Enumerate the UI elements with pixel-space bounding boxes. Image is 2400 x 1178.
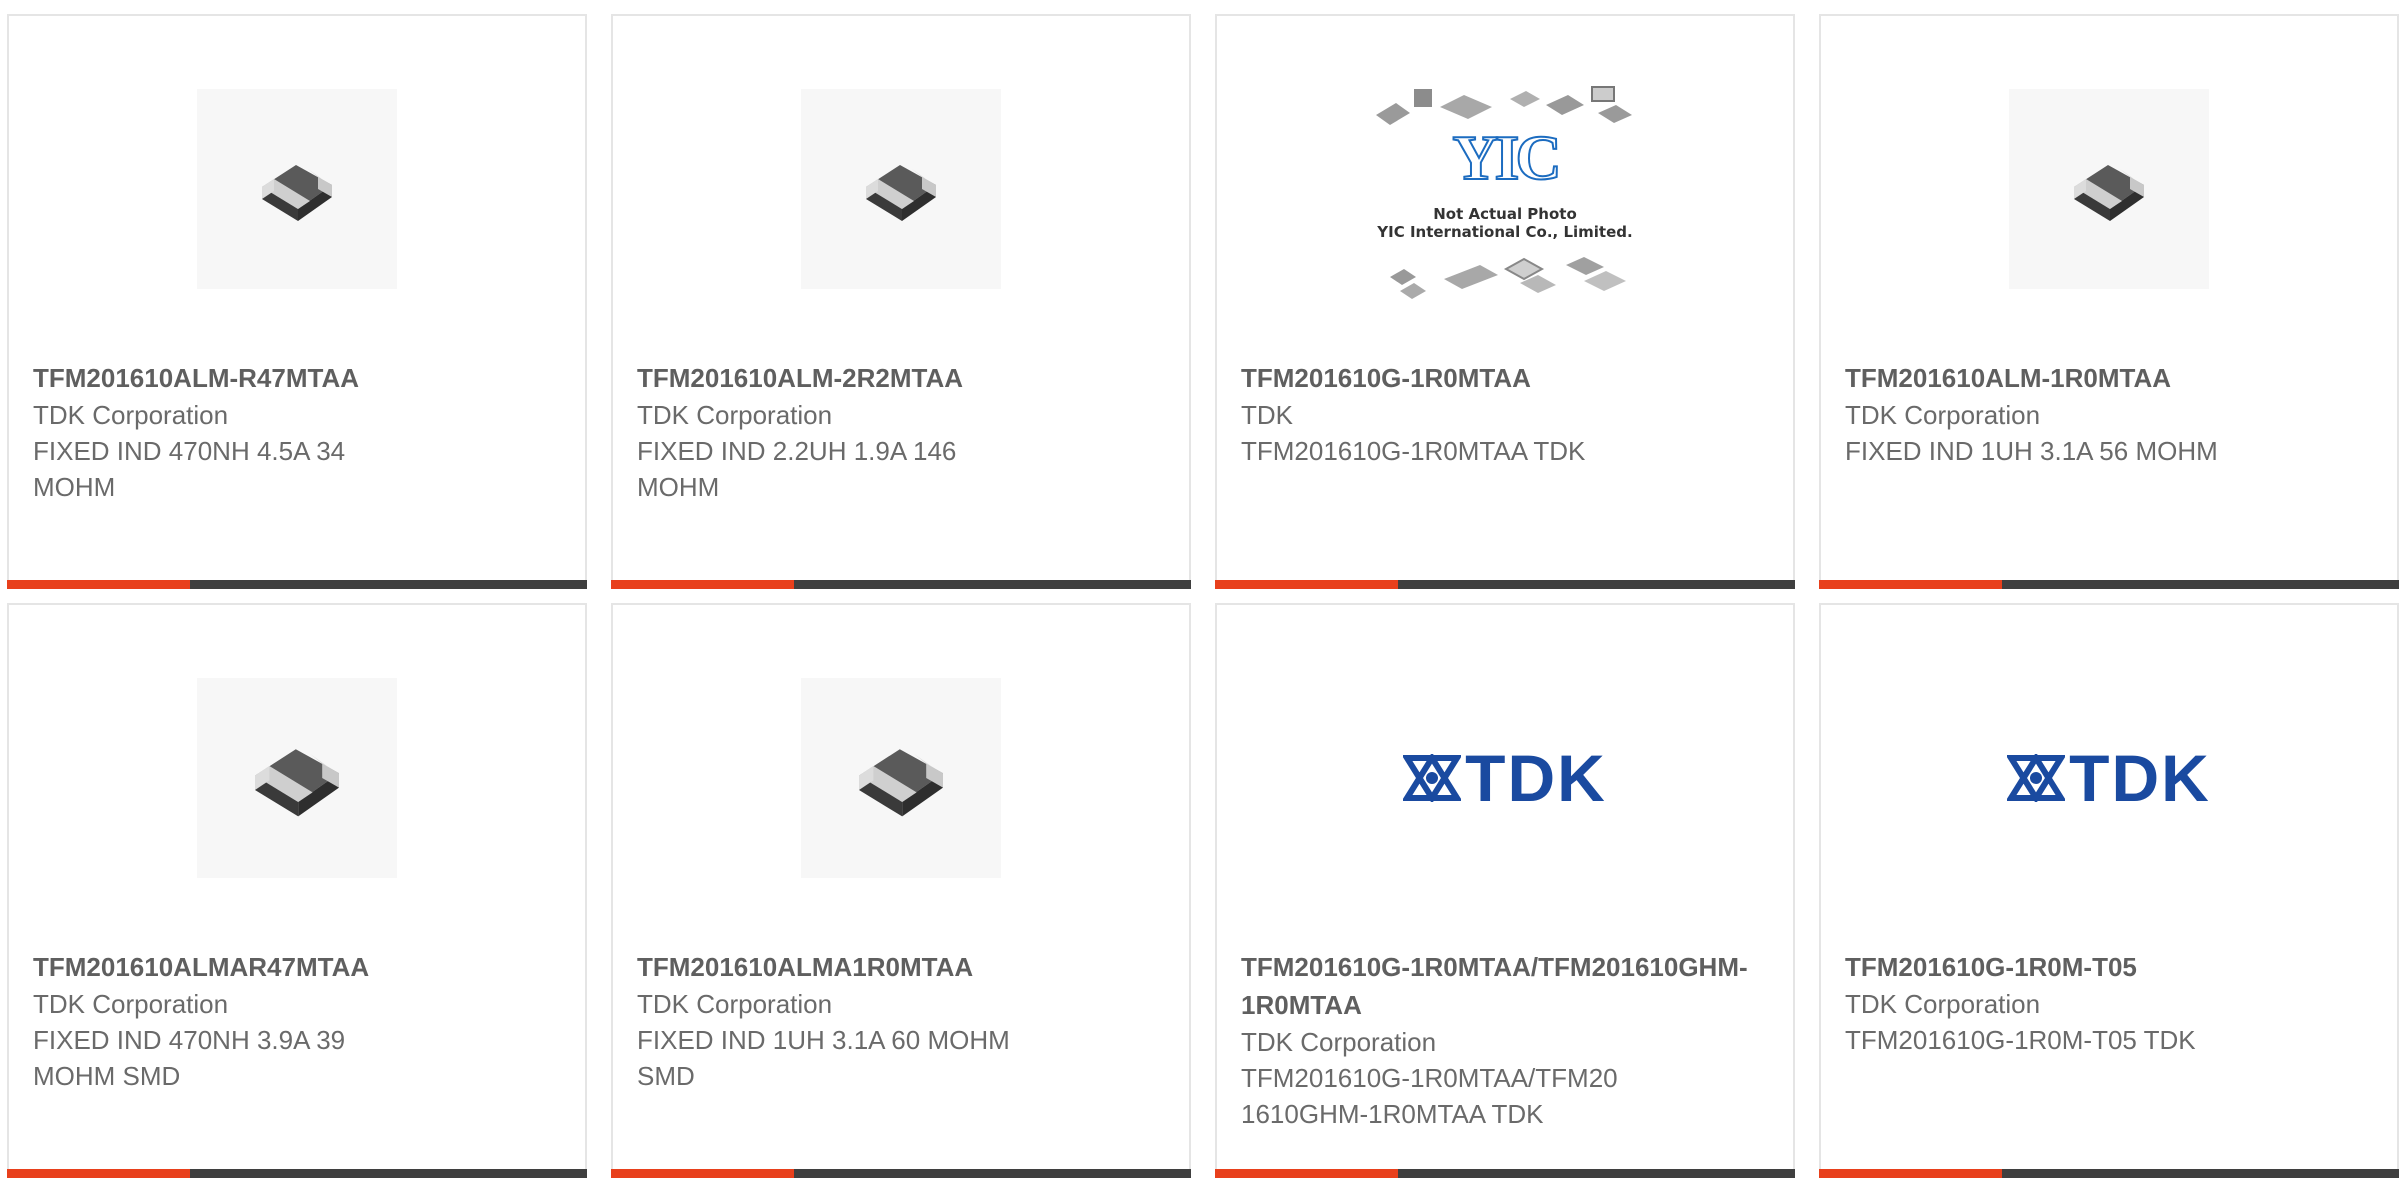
caption-line: Not Actual Photo <box>1433 204 1577 223</box>
part-number[interactable]: TFM201610G-1R0MTAA/TFM201610GHM-1R0MTAA <box>1241 948 1769 1024</box>
product-card[interactable]: TFM201610ALM-1R0MTAA TDK Corporation FIX… <box>1819 14 2399 589</box>
card-bottom-bar <box>1215 580 1795 589</box>
product-image[interactable] <box>613 16 1189 361</box>
description: FIXED IND 1UH 3.1A 56 MOHM <box>1845 436 2218 466</box>
card-accent-bar <box>1819 1169 2002 1178</box>
card-accent-bar <box>1215 580 1398 589</box>
card-accent-bar <box>611 580 794 589</box>
placeholder-caption: Not Actual Photo YIC International Co., … <box>1370 205 1640 241</box>
product-card[interactable]: TFM201610ALM-R47MTAA TDK Corporation FIX… <box>7 14 587 589</box>
description: FIXED IND 470NH 4.5A 34 MOHM <box>33 436 346 502</box>
card-accent-bar <box>7 580 190 589</box>
product-image[interactable]: YIC Not Actual Photo YIC International C… <box>1217 16 1793 361</box>
card-accent-bar <box>611 1169 794 1178</box>
part-number[interactable]: TFM201610G-1R0MTAA <box>1241 359 1769 397</box>
description: FIXED IND 1UH 3.1A 60 MOHM SMD <box>637 1025 1010 1091</box>
chip-inductor-image <box>2009 88 2209 289</box>
card-bottom-bar <box>611 1169 1191 1178</box>
tdk-logo: TDK <box>2007 740 2211 816</box>
description: FIXED IND 2.2UH 1.9A 146 MOHM <box>637 436 957 502</box>
product-grid: TFM201610ALM-R47MTAA TDK Corporation FIX… <box>0 0 2400 1178</box>
chip-inductor-image <box>197 677 397 878</box>
product-image[interactable]: TDK <box>1217 605 1793 950</box>
part-number[interactable]: TFM201610ALM-2R2MTAA <box>637 359 1165 397</box>
manufacturer: TDK Corporation <box>1845 400 2041 430</box>
not-actual-photo-image: YIC Not Actual Photo YIC International C… <box>1370 69 1640 309</box>
product-card[interactable]: TFM201610ALMAR47MTAA TDK Corporation FIX… <box>7 603 587 1178</box>
manufacturer: TDK Corporation <box>637 989 833 1019</box>
yic-logo: YIC <box>1451 121 1562 194</box>
description: TFM201610G-1R0M-T05 TDK <box>1845 1025 2196 1055</box>
chip-inductor-image <box>801 88 1001 289</box>
tdk-emblem-icon <box>2007 753 2066 802</box>
product-card[interactable]: TFM201610ALM-2R2MTAA TDK Corporation FIX… <box>611 14 1191 589</box>
tdk-logo-text: TDK <box>2069 740 2211 815</box>
product-card[interactable]: TDK TFM201610G-1R0M-T05 TDK Corporation … <box>1819 603 2399 1178</box>
chip-inductor-image <box>197 88 397 289</box>
product-image[interactable] <box>9 605 585 950</box>
description: TFM201610G-1R0MTAA TDK <box>1241 436 1586 466</box>
card-bottom-bar <box>7 580 587 589</box>
product-card[interactable]: TDK TFM201610G-1R0MTAA/TFM201610GHM-1R0M… <box>1215 603 1795 1178</box>
chip-inductor-image <box>801 677 1001 878</box>
card-bottom-bar <box>1215 1169 1795 1178</box>
card-bottom-bar <box>7 1169 587 1178</box>
product-image[interactable]: TDK <box>1821 605 2397 950</box>
part-number[interactable]: TFM201610ALMAR47MTAA <box>33 948 561 986</box>
manufacturer: TDK Corporation <box>33 989 229 1019</box>
card-accent-bar <box>1215 1169 1398 1178</box>
tdk-emblem-icon <box>1403 753 1462 802</box>
manufacturer: TDK Corporation <box>1845 989 2041 1019</box>
tdk-logo-text: TDK <box>1465 740 1607 815</box>
card-bottom-bar <box>1819 1169 2399 1178</box>
manufacturer: TDK <box>1241 400 1293 430</box>
card-accent-bar <box>7 1169 190 1178</box>
manufacturer: TDK Corporation <box>33 400 229 430</box>
manufacturer: TDK Corporation <box>1241 1027 1437 1057</box>
part-number[interactable]: TFM201610ALM-1R0MTAA <box>1845 359 2373 397</box>
caption-line: YIC International Co., Limited. <box>1377 222 1633 241</box>
card-accent-bar <box>1819 580 2002 589</box>
card-bottom-bar <box>611 580 1191 589</box>
product-card[interactable]: TFM201610ALMA1R0MTAA TDK Corporation FIX… <box>611 603 1191 1178</box>
product-image[interactable] <box>613 605 1189 950</box>
product-card[interactable]: YIC Not Actual Photo YIC International C… <box>1215 14 1795 589</box>
description: FIXED IND 470NH 3.9A 39 MOHM SMD <box>33 1025 346 1091</box>
part-number[interactable]: TFM201610ALMA1R0MTAA <box>637 948 1165 986</box>
card-bottom-bar <box>1819 580 2399 589</box>
manufacturer: TDK Corporation <box>637 400 833 430</box>
product-image[interactable] <box>9 16 585 361</box>
product-image[interactable] <box>1821 16 2397 361</box>
description: TFM201610G-1R0MTAA/TFM201610GHM-1R0MTAA … <box>1241 1063 1618 1129</box>
tdk-logo: TDK <box>1403 740 1607 816</box>
part-number[interactable]: TFM201610ALM-R47MTAA <box>33 359 561 397</box>
part-number[interactable]: TFM201610G-1R0M-T05 <box>1845 948 2373 986</box>
